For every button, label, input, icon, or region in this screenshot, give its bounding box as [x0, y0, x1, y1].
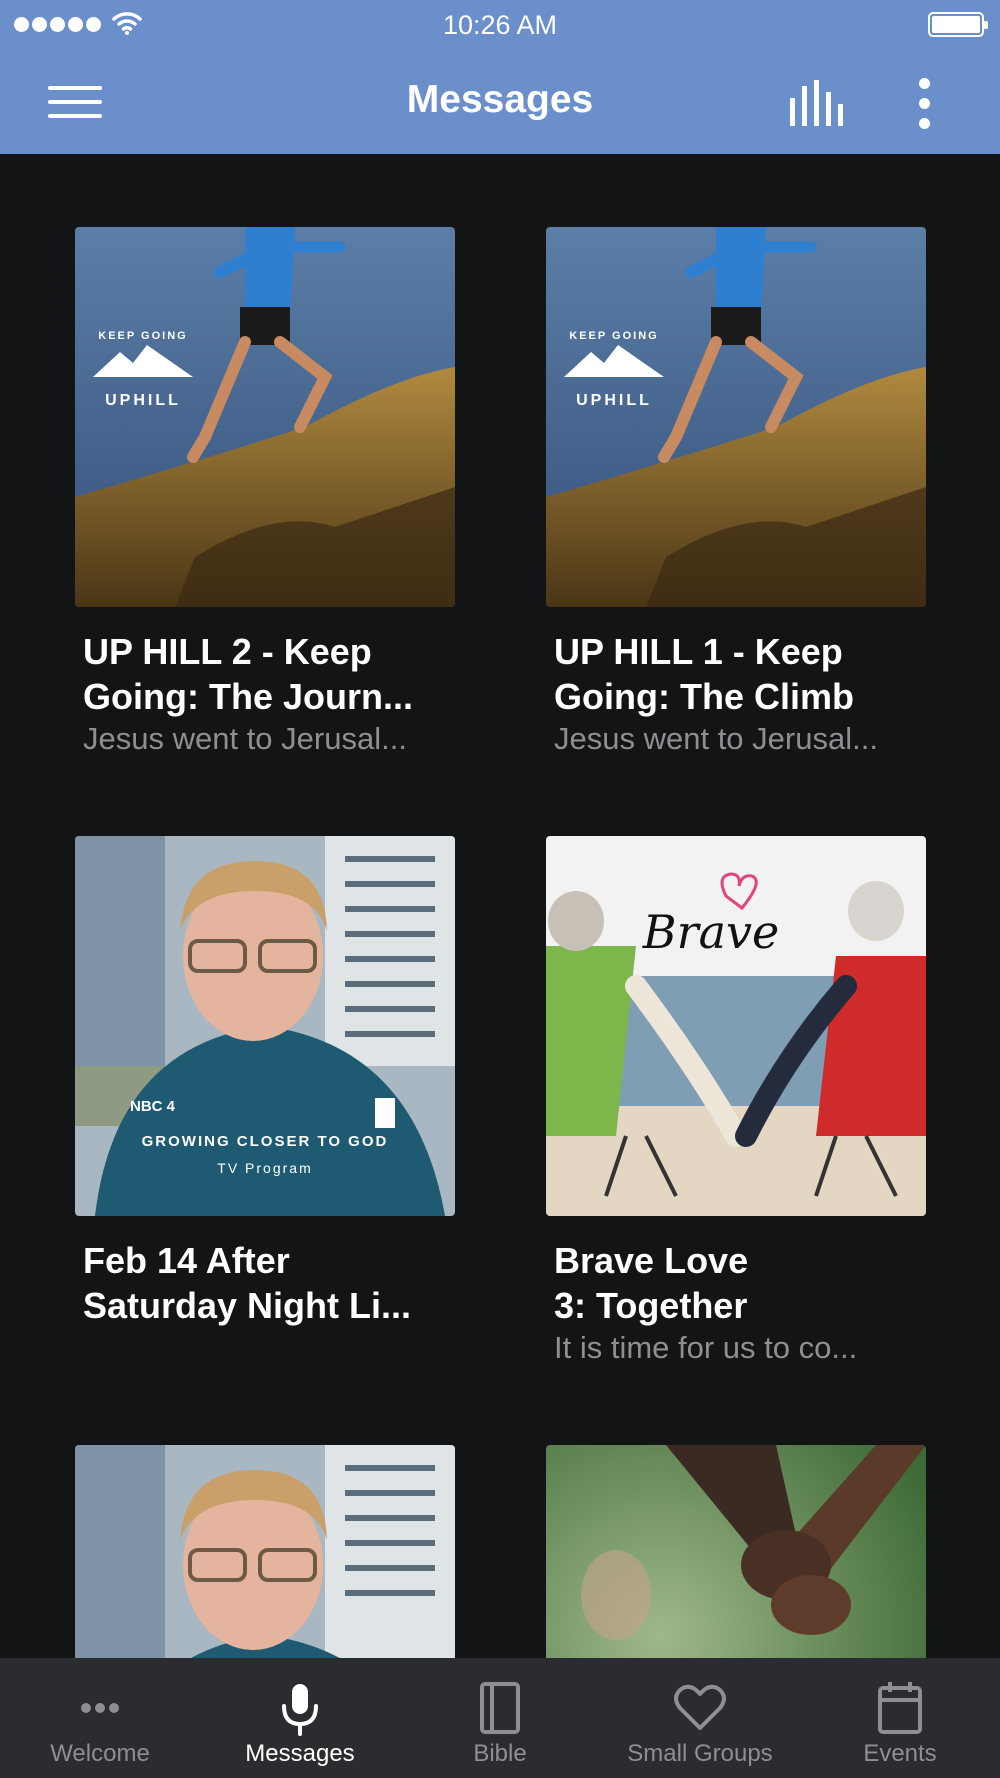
- svg-text:UPHILL: UPHILL: [105, 392, 181, 409]
- page-title: Messages: [406, 78, 594, 121]
- svg-text:KEEP GOING: KEEP GOING: [569, 330, 658, 342]
- message-thumbnail: [75, 1445, 455, 1658]
- message-thumbnail: [546, 1445, 926, 1658]
- message-title: Feb 14 After Saturday Night Li...: [83, 1240, 412, 1326]
- app-header: Messages: [0, 50, 1000, 154]
- tab-label: Messages: [245, 1740, 355, 1767]
- more-options-icon[interactable]: [910, 76, 940, 130]
- messages-grid: KEEP GOING UPHILL UP HILL 2 - Keep Going…: [0, 154, 1000, 1658]
- battery-icon: [928, 12, 988, 37]
- message-card[interactable]: [75, 1445, 455, 1658]
- svg-text:TV Program: TV Program: [217, 1160, 312, 1176]
- message-card[interactable]: KEEP GOING UPHILL UP HILL 2 - Keep Going…: [75, 227, 455, 759]
- status-time: 10:26 AM: [442, 10, 558, 40]
- bottom-tab-bar: Welcome Messages Bible Small Groups Even…: [0, 1658, 1000, 1778]
- tab-label: Events: [863, 1740, 937, 1767]
- status-bar: 10:26 AM: [0, 0, 1000, 50]
- message-subtitle: Jesus went to Jerusal...: [554, 721, 878, 756]
- tab-label: Small Groups: [627, 1740, 773, 1767]
- hamburger-menu-icon[interactable]: [48, 82, 102, 122]
- message-title: UP HILL 1 - Keep Going: The Climb: [554, 631, 854, 717]
- tab-messages[interactable]: Messages: [200, 1658, 400, 1778]
- tab-small-groups[interactable]: Small Groups: [600, 1658, 800, 1778]
- message-title: UP HILL 2 - Keep Going: The Journ...: [83, 631, 413, 717]
- message-subtitle: Jesus went to Jerusal...: [83, 721, 407, 756]
- message-subtitle: It is time for us to co...: [554, 1330, 858, 1365]
- message-thumbnail: KEEP GOING UPHILL: [75, 227, 455, 607]
- tab-events[interactable]: Events: [800, 1658, 1000, 1778]
- calendar-icon: [878, 1682, 922, 1734]
- message-card[interactable]: Brave Brave Love 3: Together It is time …: [546, 836, 926, 1368]
- message-thumbnail: Brave: [546, 836, 926, 1216]
- tab-label: Welcome: [50, 1740, 150, 1767]
- audio-bars-icon[interactable]: [788, 80, 846, 126]
- message-thumbnail: KEEP GOING UPHILL: [546, 227, 926, 607]
- book-icon: [480, 1682, 520, 1734]
- svg-text:GROWING CLOSER TO GOD: GROWING CLOSER TO GOD: [142, 1133, 389, 1150]
- message-card[interactable]: NBC 4 GROWING CLOSER TO GOD TV Program F…: [75, 836, 455, 1328]
- tab-bible[interactable]: Bible: [400, 1658, 600, 1778]
- message-thumbnail: NBC 4 GROWING CLOSER TO GOD TV Program: [75, 836, 455, 1216]
- keep-going-uphill-logo: KEEP GOING UPHILL: [93, 330, 193, 409]
- microphone-icon: [282, 1684, 318, 1736]
- svg-text:Brave: Brave: [642, 905, 779, 959]
- message-card[interactable]: KEEP GOING UPHILL UP HILL 1 - Keep Going…: [546, 227, 926, 759]
- keep-going-uphill-logo: KEEP GOING UPHILL: [564, 330, 664, 409]
- message-card[interactable]: [546, 1445, 926, 1658]
- svg-text:UPHILL: UPHILL: [576, 392, 652, 409]
- ellipsis-icon: [81, 1703, 119, 1713]
- svg-text:KEEP GOING: KEEP GOING: [98, 330, 187, 342]
- svg-text:NBC 4: NBC 4: [130, 1098, 176, 1115]
- tab-welcome[interactable]: Welcome: [0, 1658, 200, 1778]
- message-title: Brave Love 3: Together: [554, 1240, 749, 1326]
- heart-icon: [674, 1684, 726, 1730]
- tab-label: Bible: [473, 1740, 527, 1767]
